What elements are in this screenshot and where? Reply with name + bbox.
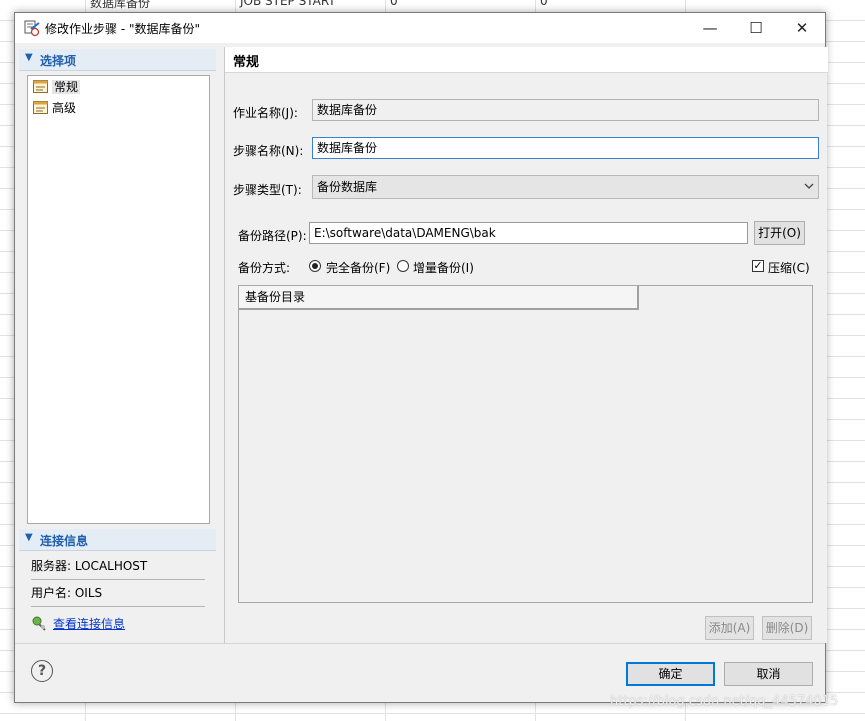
tree-item-label: 高级 [52, 101, 77, 115]
collapse-triangle-icon: ▼ [25, 532, 33, 543]
maximize-button[interactable]: ☐ [733, 13, 779, 43]
step-name-label: 步骤名称(N): [233, 144, 304, 158]
edit-job-step-dialog: 修改作业步骤 - "数据库备份" — ☐ ✕ ▼ 选择项 常规 高级 ▼ 连接信… [14, 12, 828, 703]
incremental-backup-radio-group[interactable]: 增量备份(I) [397, 258, 483, 275]
left-pane: ▼ 选择项 常规 高级 ▼ 连接信息 服务器: LOCALHOST 用户名: O… [19, 47, 217, 643]
cancel-button[interactable]: 取消 [724, 662, 813, 686]
base-backup-dir-column-header[interactable]: 基备份目录 [239, 286, 639, 310]
backup-path-label: 备份路径(P): [238, 229, 307, 243]
open-button[interactable]: 打开(O) [754, 221, 805, 245]
view-connection-link-row[interactable]: 查看连接信息 [31, 614, 211, 632]
full-backup-label: 完全备份(F) [326, 261, 391, 275]
delete-button[interactable]: 删除(D) [762, 616, 812, 640]
incremental-backup-radio[interactable] [397, 260, 409, 272]
dialog-app-icon [23, 19, 41, 37]
step-name-input[interactable]: 数据库备份 [312, 137, 819, 159]
connection-header-label: 连接信息 [40, 534, 89, 548]
minimize-button[interactable]: — [687, 13, 733, 43]
help-icon[interactable]: ? [31, 660, 53, 682]
background-cell: 0 [540, 0, 548, 8]
backup-mode-label: 备份方式: [238, 261, 291, 275]
full-backup-radio[interactable] [309, 260, 321, 272]
backup-path-input[interactable]: E:\software\data\DAMENG\bak [309, 222, 748, 244]
connection-icon [31, 615, 47, 631]
connection-section-header[interactable]: ▼ 连接信息 [19, 529, 216, 551]
full-backup-radio-group[interactable]: 完全备份(F) [309, 258, 395, 275]
view-connection-link[interactable]: 查看连接信息 [53, 615, 125, 632]
watermark: https://blog.csdn.net/qq_44574015 [610, 694, 839, 709]
step-type-label: 步骤类型(T): [233, 183, 302, 197]
title-bar[interactable]: 修改作业步骤 - "数据库备份" — ☐ ✕ [15, 13, 825, 43]
add-button[interactable]: 添加(A) [705, 616, 754, 640]
footer-separator [15, 643, 825, 644]
incremental-backup-label: 增量备份(I) [413, 261, 474, 275]
step-type-select[interactable]: 备份数据库 [312, 175, 819, 199]
section-title: 常规 [233, 55, 260, 70]
job-name-field[interactable]: 数据库备份 [312, 99, 819, 121]
user-info: 用户名: OILS [31, 581, 205, 607]
general-page-icon [33, 80, 48, 93]
section-header: 常规 [225, 47, 828, 73]
options-header-label: 选择项 [40, 54, 77, 68]
compress-checkbox-group[interactable]: ✓ 压缩(C) [752, 258, 812, 275]
close-button[interactable]: ✕ [779, 13, 825, 43]
step-type-value: 备份数据库 [317, 180, 378, 194]
job-name-label: 作业名称(J): [233, 106, 298, 120]
tree-item-label: 常规 [52, 80, 81, 94]
base-backup-dir-table[interactable]: 基备份目录 [238, 285, 813, 603]
compress-label: 压缩(C) [768, 261, 810, 275]
background-cell: JOB STEP START [240, 0, 336, 8]
ok-button[interactable]: 确定 [626, 662, 715, 686]
tree-item-advanced[interactable]: 高级 [30, 99, 76, 117]
chevron-down-icon [804, 176, 814, 198]
options-tree: 常规 高级 [27, 75, 210, 524]
collapse-triangle-icon: ▼ [25, 52, 33, 63]
background-cell: 数据库备份 [90, 0, 151, 10]
advanced-page-icon [33, 101, 48, 114]
server-info: 服务器: LOCALHOST [31, 554, 205, 580]
general-page: 常规 作业名称(J): 数据库备份 步骤名称(N): 数据库备份 步骤类型(T)… [224, 47, 828, 643]
options-section-header[interactable]: ▼ 选择项 [19, 49, 216, 71]
compress-checkbox[interactable]: ✓ [752, 260, 764, 272]
background-cell: 0 [390, 0, 398, 8]
tree-item-general[interactable]: 常规 [30, 78, 81, 96]
dialog-title: 修改作业步骤 - "数据库备份" [45, 22, 200, 36]
